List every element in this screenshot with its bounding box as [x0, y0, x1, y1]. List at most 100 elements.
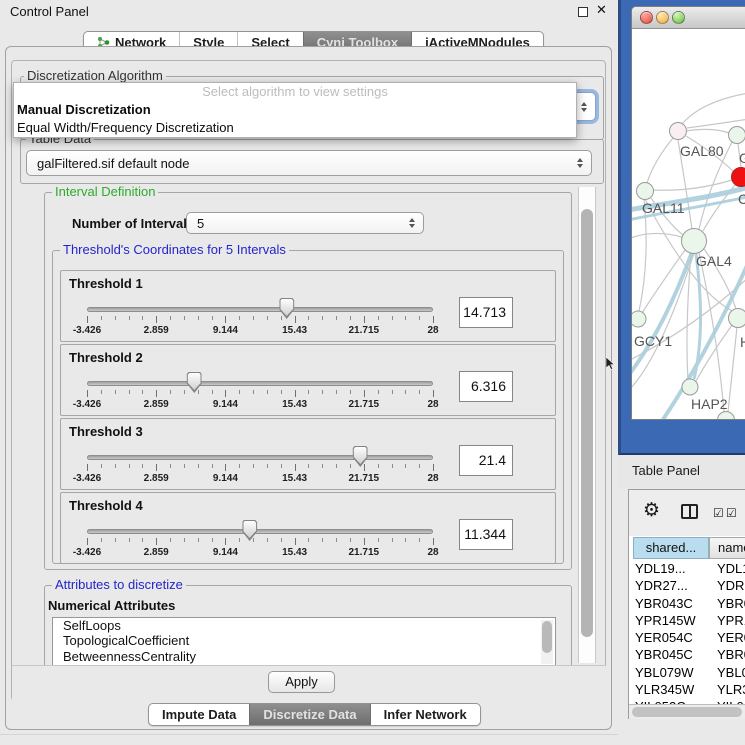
close-icon[interactable]: ✕ [596, 2, 607, 18]
tab-discretize-data[interactable]: Discretize Data [249, 704, 369, 725]
close-traffic-light[interactable] [640, 11, 653, 24]
slider-track[interactable] [87, 307, 433, 312]
attribute-item[interactable]: TopologicalCoefficient [53, 633, 555, 648]
tick-label: 2.859 [144, 325, 169, 336]
slider-tick [115, 538, 116, 542]
slider-track[interactable] [87, 529, 433, 534]
slider-tick [322, 464, 323, 468]
slider-tick [308, 464, 309, 468]
slider-tick [378, 316, 379, 320]
columns-icon[interactable] [681, 504, 698, 519]
tab-infer-network[interactable]: Infer Network [370, 704, 480, 725]
table-row[interactable]: YPR145WYPR1 [629, 612, 745, 629]
threshold-value-field[interactable]: 11.344 [459, 519, 513, 550]
node-label: HAP2 [691, 396, 728, 412]
slider-tick [433, 316, 434, 323]
network-canvas[interactable]: GAL80 GA C GAL11 GAL4 GCY1 H HAP2 [632, 29, 745, 420]
dropdown-item-manual[interactable]: Manual Discretization [14, 101, 576, 119]
table-row[interactable]: YBR045CYBR0 [629, 646, 745, 663]
tick-label: 9.144 [213, 325, 238, 336]
interval-definition-title: Interval Definition [52, 185, 158, 199]
threshold-value-field[interactable]: 14.713 [459, 297, 513, 328]
node-gal11[interactable] [637, 183, 654, 200]
slider-tick [170, 538, 171, 542]
node-h-right[interactable] [729, 309, 745, 328]
slider-tick [267, 316, 268, 320]
dropdown-placeholder: Select algorithm to view settings [14, 83, 576, 101]
slider-tick [101, 538, 102, 542]
column-header-name[interactable]: name [709, 537, 745, 559]
table-row[interactable]: YBL079WYBL0 [629, 664, 745, 681]
tick-label: 28 [427, 547, 438, 558]
slider-thumb[interactable] [242, 520, 257, 541]
minimize-traffic-light[interactable] [656, 11, 669, 24]
gear-icon[interactable]: ⚙ [643, 499, 660, 522]
node-gcy1[interactable] [632, 311, 646, 327]
table-row[interactable]: YLR345WYLR3 [629, 681, 745, 698]
table-header-row: shared... name [629, 537, 745, 559]
threshold-value-field[interactable]: 21.4 [459, 445, 513, 476]
slider-tick [115, 390, 116, 394]
slider-tick [142, 464, 143, 468]
slider-tick [336, 316, 337, 320]
slider-thumb[interactable] [353, 446, 368, 467]
slider-tick [129, 464, 130, 468]
table-toolbar: ⚙ ☑ ☑ [629, 490, 745, 536]
attribute-item[interactable]: SelfLoops [53, 618, 555, 633]
slider-tick [433, 464, 434, 471]
node-bottom-partial[interactable] [718, 412, 735, 421]
table-row[interactable]: YBR043CYBR0 [629, 595, 745, 612]
scrollbar-thumb[interactable] [542, 621, 552, 653]
slider-tick [295, 390, 296, 397]
attributes-list-scrollbar[interactable] [541, 620, 553, 664]
threshold-value-field[interactable]: 6.316 [459, 371, 513, 402]
slider-track[interactable] [87, 381, 433, 386]
float-window-icon[interactable] [578, 7, 588, 17]
algorithm-dropdown-popup: Select algorithm to view settings Manual… [13, 82, 577, 138]
node-gal80[interactable] [670, 123, 687, 140]
checkbox-icon[interactable]: ☑ [713, 506, 724, 520]
slider-tick [267, 464, 268, 468]
slider-track[interactable] [87, 455, 433, 460]
cell-shared-name: YDL19... [635, 561, 707, 576]
num-intervals-combobox[interactable]: 5 [186, 212, 424, 234]
slider-thumb[interactable] [187, 372, 202, 393]
slider-tick [129, 538, 130, 542]
tab-impute-data[interactable]: Impute Data [149, 704, 249, 725]
node-gal4[interactable] [682, 229, 707, 254]
table-data-combobox[interactable]: galFiltered.sif default node [26, 150, 592, 176]
node-hap2[interactable] [682, 379, 698, 395]
slider-tick [101, 390, 102, 394]
slider-tick [253, 316, 254, 320]
column-header-shared[interactable]: shared... [633, 537, 709, 559]
apply-button[interactable]: Apply [268, 671, 335, 693]
slider-tick [392, 538, 393, 542]
tick-label: 21.715 [349, 473, 380, 484]
scrollbar-thumb[interactable] [581, 209, 593, 637]
slider-tick [87, 464, 88, 471]
slider-thumb[interactable] [279, 298, 294, 319]
table-row[interactable]: YER054CYER0 [629, 629, 745, 646]
slider-tick [87, 538, 88, 545]
slider-tick [295, 464, 296, 471]
table-row[interactable]: YDL19...YDL1 [629, 560, 745, 577]
table-horizontal-scrollbar[interactable] [629, 704, 745, 719]
node-gal-right[interactable] [729, 127, 745, 144]
node-label: GAL11 [642, 200, 685, 216]
network-graph: GAL80 GA C GAL11 GAL4 GCY1 H HAP2 [632, 29, 745, 420]
zoom-traffic-light[interactable] [672, 11, 685, 24]
attribute-item[interactable]: BetweennessCentrality [53, 649, 555, 664]
checkbox-icon[interactable]: ☑ [726, 506, 737, 520]
slider-tick [225, 390, 226, 397]
slider-tick [253, 464, 254, 468]
slider-tick [184, 538, 185, 542]
panel-scrollbar[interactable] [578, 187, 596, 663]
slider-tick [239, 390, 240, 394]
slider-tick [225, 316, 226, 323]
slider-tick [170, 464, 171, 468]
dropdown-item-equal-width[interactable]: Equal Width/Frequency Discretization [14, 119, 576, 137]
node-selected-red[interactable] [732, 168, 745, 187]
scrollbar-thumb[interactable] [632, 707, 742, 717]
table-row[interactable]: YDR27...YDR2 [629, 577, 745, 594]
slider-tick [212, 390, 213, 394]
